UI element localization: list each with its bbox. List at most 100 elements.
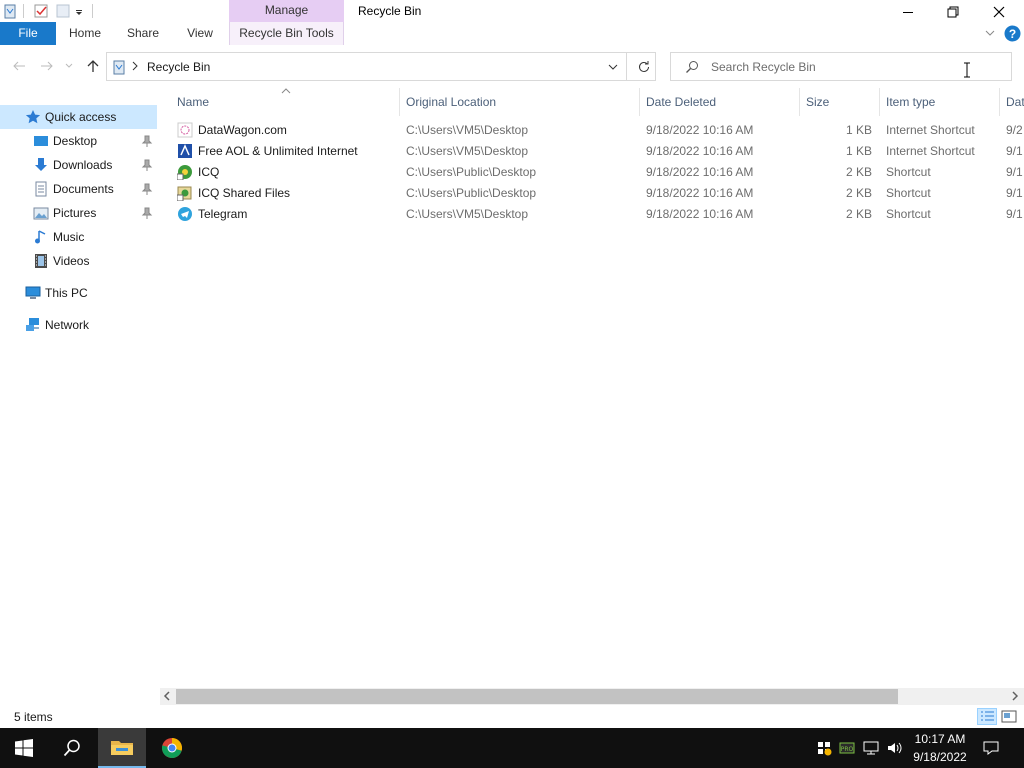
arrow-up-icon	[87, 60, 99, 72]
large-icons-view-icon	[1001, 710, 1017, 723]
nav-item-quick-access[interactable]: Quick access	[0, 105, 157, 129]
tab-view[interactable]: View	[178, 22, 222, 45]
computer-icon	[25, 285, 41, 301]
desktop-icon	[33, 133, 49, 149]
file-size: 2 KB	[845, 165, 872, 179]
original-location: C:\Users\VM5\Desktop	[406, 207, 529, 221]
help-button[interactable]: ?	[1004, 25, 1021, 42]
tab-file[interactable]: File	[0, 22, 56, 45]
minimize-button[interactable]	[885, 0, 931, 24]
nav-label: Documents	[53, 182, 114, 196]
table-row[interactable]: DataWagon.com C:\Users\VM5\Desktop 9/18/…	[174, 120, 1024, 141]
item-type: Internet Shortcut	[886, 144, 975, 158]
search-box[interactable]	[670, 52, 1012, 81]
refresh-button[interactable]	[637, 60, 651, 74]
table-row[interactable]: ICQ C:\Users\Public\Desktop 9/18/2022 10…	[174, 162, 1024, 183]
item-type: Shortcut	[886, 165, 931, 179]
properties-icon[interactable]	[33, 3, 49, 19]
table-row[interactable]: Free AOL & Unlimited Internet C:\Users\V…	[174, 141, 1024, 162]
pin-icon[interactable]	[141, 182, 153, 196]
nav-item-documents[interactable]: Documents	[0, 177, 157, 201]
start-button[interactable]	[0, 728, 48, 768]
pin-icon[interactable]	[141, 134, 153, 148]
column-header-name[interactable]: Name	[177, 95, 209, 109]
nav-label: Desktop	[53, 134, 98, 148]
date-deleted: 9/18/2022 10:16 AM	[646, 123, 754, 137]
original-location: C:\Users\VM5\Desktop	[406, 123, 529, 137]
file-size: 2 KB	[845, 207, 872, 221]
clock-time[interactable]: 10:17 AM	[908, 732, 972, 746]
nav-item-music[interactable]: Music	[0, 225, 157, 249]
address-history-button[interactable]	[607, 61, 619, 73]
network-icon	[25, 317, 41, 333]
search-input[interactable]	[711, 58, 1001, 76]
item-type: Shortcut	[886, 186, 931, 200]
tab-recycle-bin-tools[interactable]: Recycle Bin Tools	[229, 22, 344, 45]
customize-toolbar-icon[interactable]	[74, 3, 90, 19]
file-name: ICQ	[198, 165, 220, 179]
up-button[interactable]	[83, 56, 103, 76]
new-folder-icon[interactable]	[55, 3, 71, 19]
back-button[interactable]	[9, 56, 29, 76]
table-row[interactable]: Telegram C:\Users\VM5\Desktop 9/18/2022 …	[174, 204, 1024, 225]
security-tray-icon[interactable]	[816, 740, 832, 756]
windows-icon	[15, 739, 33, 757]
tray-app-icon[interactable]: PRO	[839, 740, 855, 756]
nav-item-desktop[interactable]: Desktop	[0, 129, 157, 153]
restore-button[interactable]	[930, 0, 976, 24]
expand-ribbon-button[interactable]	[984, 28, 996, 38]
nav-item-downloads[interactable]: Downloads	[0, 153, 157, 177]
scroll-left-icon[interactable]	[163, 691, 171, 701]
column-header-date-deleted[interactable]: Date Deleted	[646, 95, 716, 109]
column-header-item-type[interactable]: Item type	[886, 95, 935, 109]
restore-icon	[947, 6, 959, 18]
original-location: C:\Users\VM5\Desktop	[406, 144, 529, 158]
tab-home[interactable]: Home	[62, 22, 108, 45]
address-bar[interactable]: Recycle Bin	[106, 52, 656, 81]
file-name: ICQ Shared Files	[198, 186, 291, 200]
recycle-bin-icon	[111, 59, 127, 75]
file-list: Name Original Location Date Deleted Size…	[160, 88, 1024, 688]
notifications-icon[interactable]	[983, 740, 999, 756]
volume-icon[interactable]	[886, 740, 902, 756]
nav-item-network[interactable]: Network	[0, 313, 157, 337]
clock-date[interactable]: 9/18/2022	[908, 750, 972, 764]
scrollbar-thumb[interactable]	[176, 689, 898, 704]
arrow-left-icon	[13, 61, 25, 71]
nav-item-this-pc[interactable]: This PC	[0, 281, 157, 305]
tab-share[interactable]: Share	[120, 22, 166, 45]
details-view-button[interactable]	[977, 708, 997, 725]
recent-locations-button[interactable]	[62, 56, 76, 76]
scroll-right-icon[interactable]	[1011, 691, 1019, 701]
file-explorer-taskbar-button[interactable]	[98, 728, 146, 768]
search-button[interactable]	[48, 728, 96, 768]
star-icon	[25, 109, 41, 125]
column-header-date[interactable]: Dat	[1006, 95, 1024, 109]
large-icons-view-button[interactable]	[1001, 709, 1017, 724]
table-row[interactable]: ICQ Shared Files C:\Users\Public\Desktop…	[174, 183, 1024, 204]
close-button[interactable]	[976, 0, 1022, 24]
network-tray-icon[interactable]	[863, 740, 879, 756]
pin-icon[interactable]	[141, 206, 153, 220]
folder-icon	[111, 741, 133, 755]
date-extra: 9/1	[1006, 186, 1023, 200]
horizontal-scrollbar[interactable]	[160, 688, 1024, 705]
breadcrumb-separator-icon[interactable]	[131, 60, 139, 72]
chevron-down-icon	[608, 64, 618, 70]
chrome-taskbar-button[interactable]	[148, 728, 196, 768]
breadcrumb[interactable]: Recycle Bin	[147, 60, 210, 74]
column-header-size[interactable]: Size	[806, 95, 829, 109]
column-header-original-location[interactable]: Original Location	[406, 95, 496, 109]
pin-icon[interactable]	[141, 158, 153, 172]
nav-item-pictures[interactable]: Pictures	[0, 201, 157, 225]
icq-icon	[177, 164, 193, 180]
item-type: Shortcut	[886, 207, 931, 221]
date-extra: 9/2	[1006, 123, 1023, 137]
nav-item-videos[interactable]: Videos	[0, 249, 157, 273]
ribbon-tabs: File Home Share View Recycle Bin Tools ?	[0, 22, 1024, 45]
manage-context-tab: Manage	[229, 0, 344, 22]
title-bar: Manage Recycle Bin	[0, 0, 1024, 24]
arrow-right-icon	[41, 61, 53, 71]
refresh-icon	[639, 61, 649, 72]
forward-button[interactable]	[37, 56, 57, 76]
